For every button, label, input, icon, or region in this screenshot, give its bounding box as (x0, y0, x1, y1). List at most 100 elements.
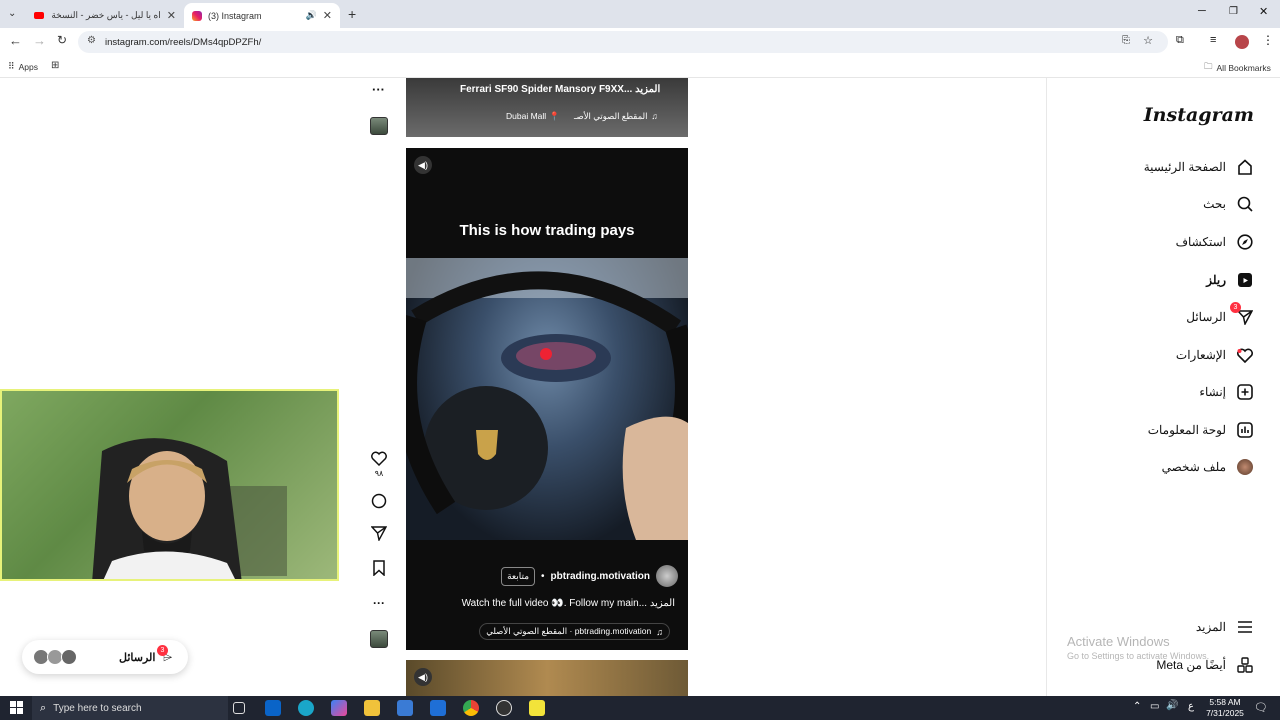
location-text: Dubai Mall (506, 111, 547, 121)
mute-button[interactable]: ◀) (414, 668, 432, 686)
apps-grid-icon: ⠿ (8, 61, 15, 71)
all-bookmarks[interactable]: 🗀 All Bookmarks (1204, 61, 1271, 75)
messages-pill[interactable]: الرسائل ⌲ 3 (22, 640, 188, 674)
sidebar-item-label: بحث (1203, 197, 1226, 211)
more-options-icon[interactable]: ··· (369, 593, 389, 613)
clock[interactable]: 5:58 AM 7/31/2025 (1200, 697, 1250, 719)
chrome-icon[interactable] (463, 700, 479, 716)
tab-youtube[interactable]: اه يا ليل - ياس خضر - النسخة الا ✕ (26, 3, 184, 28)
sidebar-item-dashboard[interactable]: لوحة المعلومات (1148, 421, 1254, 439)
location-label[interactable]: Dubai Mall 📍 (506, 111, 560, 122)
star-icon[interactable]: ☆ (1143, 34, 1153, 47)
activate-windows-watermark: Activate Windows Go to Settings to activ… (1067, 634, 1209, 661)
reel-video[interactable] (406, 258, 688, 540)
sidebar-item-label: الصفحة الرئيسية (1143, 160, 1226, 174)
forward-icon[interactable]: → (33, 33, 46, 48)
speaker-icon[interactable]: 🔊 (306, 10, 317, 21)
defender-icon[interactable] (430, 700, 446, 716)
language-indicator[interactable]: ع (1188, 701, 1194, 712)
notification-center-icon[interactable]: 🗨 (1254, 701, 1268, 714)
close-window-button[interactable]: ✕ (1259, 5, 1268, 18)
extensions-icon[interactable]: ⧉ (1176, 34, 1184, 47)
url-text: instagram.com/reels/DMs4qpDPZFh/ (105, 36, 262, 48)
sticky-notes-icon[interactable] (529, 700, 545, 716)
audio-thumbnail[interactable] (370, 630, 388, 648)
apps-grid-icon (1236, 656, 1254, 674)
obs-icon[interactable] (496, 700, 512, 716)
back-icon[interactable]: ← (9, 33, 22, 48)
network-icon[interactable]: ▭ (1150, 701, 1159, 712)
sidebar-item-search[interactable]: بحث (1203, 195, 1254, 213)
apps-bookmark[interactable]: ⠿ Apps (8, 61, 38, 72)
sidebar-item-reels[interactable]: ريلز (1206, 271, 1254, 289)
previous-reel[interactable]: Ferrari SF90 Spider Mansory F9XX... المز… (406, 78, 688, 137)
comment-button[interactable] (369, 491, 389, 511)
sidebar-item-label: المزيد (1195, 620, 1226, 634)
sidebar-item-notifications[interactable]: الإشعارات (1176, 346, 1254, 364)
new-tab-button[interactable]: + (348, 6, 356, 22)
minimize-button[interactable]: ─ (1198, 5, 1206, 17)
follow-button[interactable]: متابعة (501, 566, 536, 586)
outlook-icon[interactable] (265, 700, 281, 716)
bookmarks-bar: ⠿ Apps ⊞ 🗀 All Bookmarks (0, 56, 1280, 78)
username-link[interactable]: pbtrading.motivation (551, 571, 650, 582)
address-bar[interactable]: ⚙ instagram.com/reels/DMs4qpDPZFh/ ⎘ ☆ (78, 31, 1168, 53)
heart-icon (371, 451, 387, 466)
sidebar-item-label: ريلز (1206, 273, 1226, 287)
restore-button[interactable]: ❐ (1229, 6, 1238, 17)
audio-thumbnail[interactable] (370, 117, 388, 135)
more-options-icon[interactable]: ··· (372, 82, 385, 97)
reel-author: pbtrading.motivation • متابعة (501, 565, 678, 587)
show-hidden-icons-icon[interactable]: ⌃ (1133, 701, 1141, 712)
tab-search-icon[interactable]: ⌄ (8, 8, 16, 19)
audio-label[interactable]: ♫ المقطع الصوتي الأصـ (574, 111, 658, 122)
copilot-icon[interactable] (331, 700, 347, 716)
taskbar-search-placeholder: Type here to search (53, 702, 142, 714)
task-view-icon[interactable] (233, 702, 245, 714)
tab-strip: ⌄ اه يا ليل - ياس خضر - النسخة الا ✕ (3)… (0, 0, 1280, 28)
instagram-logo[interactable]: Instagram (1144, 104, 1254, 126)
store-icon[interactable] (397, 700, 413, 716)
comment-icon (371, 493, 387, 509)
save-button[interactable] (369, 558, 389, 578)
reel-caption[interactable]: Watch the full video 👀. Follow my main..… (406, 598, 675, 609)
current-reel[interactable]: ◀) This is how trading pays pbtrading.mo… (406, 148, 688, 650)
tab-instagram[interactable]: (3) Instagram 🔊 ✕ (184, 3, 340, 28)
menu-icon[interactable]: ⋮ (1262, 33, 1274, 47)
share-button[interactable] (369, 523, 389, 543)
bookmark-icon (373, 560, 385, 576)
sidebar-item-explore[interactable]: استكشاف (1176, 233, 1254, 251)
avatar (61, 649, 77, 665)
reload-icon[interactable]: ↻ (57, 33, 67, 47)
install-icon[interactable]: ⎘ (1122, 35, 1130, 46)
search-icon: ⌕ (40, 701, 47, 714)
instagram-favicon-icon (192, 10, 202, 21)
media-icon[interactable]: ≡ (1210, 34, 1216, 46)
site-info-icon[interactable]: ⚙ (87, 35, 96, 46)
search-icon (1236, 195, 1254, 213)
windows-start-icon[interactable] (10, 701, 23, 714)
sidebar-item-home[interactable]: الصفحة الرئيسية (1144, 158, 1254, 176)
sidebar-item-messages[interactable]: 3 الرسائل (1186, 302, 1254, 326)
sidebar-item-profile[interactable]: ملف شخصي (1162, 458, 1254, 476)
heart-icon (1236, 346, 1254, 364)
sidebar-item-label: الرسائل (1186, 310, 1226, 324)
audio-label[interactable]: ♫ pbtrading.motivation · المقطع الصوتي ا… (479, 623, 670, 640)
edge-icon[interactable] (298, 700, 314, 716)
like-button[interactable] (369, 448, 389, 468)
volume-icon[interactable]: 🔊 (1166, 700, 1178, 711)
next-reel[interactable]: ◀) (406, 660, 688, 696)
sidebar-item-create[interactable]: إنشاء (1199, 383, 1254, 401)
all-bookmarks-label: All Bookmarks (1216, 63, 1271, 73)
tab-grid-icon[interactable]: ⊞ (51, 60, 59, 71)
audio-text: pbtrading.motivation · المقطع الصوتي الأ… (486, 626, 652, 636)
close-icon[interactable]: ✕ (323, 9, 332, 22)
close-icon[interactable]: ✕ (167, 9, 176, 22)
avatar[interactable] (656, 565, 678, 587)
sidebar-item-label: استكشاف (1175, 235, 1226, 249)
taskbar-search[interactable]: ⌕ Type here to search (32, 696, 228, 720)
avatar[interactable] (1235, 35, 1249, 49)
file-explorer-icon[interactable] (364, 700, 380, 716)
mute-button[interactable]: ◀) (414, 156, 432, 174)
steering-wheel-illustration (406, 258, 688, 540)
